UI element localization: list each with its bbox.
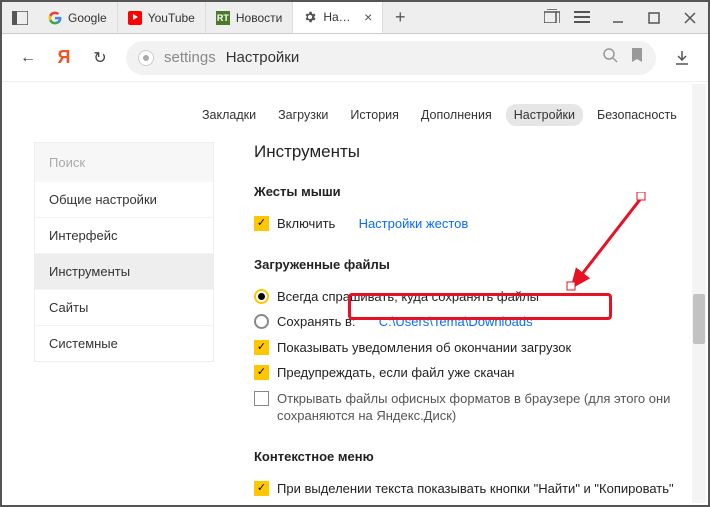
topnav-security[interactable]: Безопасность (589, 104, 685, 126)
download-notify-label: Показывать уведомления об окончании загр… (277, 339, 571, 357)
scrollbar-thumb[interactable] (693, 294, 705, 344)
download-saveto-path[interactable]: C:\Users\Tema\Downloads (379, 313, 533, 331)
download-warn-label: Предупреждать, если файл уже скачан (277, 364, 515, 382)
address-bar[interactable]: settings Настройки (126, 41, 656, 75)
download-open-office-label: Открывать файлы офисных форматов в брауз… (277, 390, 700, 425)
topnav-bookmarks[interactable]: Закладки (194, 104, 264, 126)
settings-leftnav: Поиск Общие настройки Интерфейс Инструме… (34, 142, 214, 362)
search-icon[interactable] (602, 47, 618, 68)
topnav-downloads[interactable]: Загрузки (270, 104, 336, 126)
address-prefix: settings (164, 49, 216, 66)
sidebar-toggle[interactable] (2, 2, 38, 33)
rt-icon: RT (216, 11, 230, 25)
download-warn-checkbox[interactable] (254, 365, 269, 380)
google-icon (48, 11, 62, 25)
menu-icon[interactable] (574, 10, 590, 26)
collections-icon[interactable] (544, 9, 560, 26)
mouse-gestures-enable-label: Включить (277, 215, 335, 233)
topnav-addons[interactable]: Дополнения (413, 104, 500, 126)
new-tab-button[interactable]: + (383, 2, 417, 33)
minimize-button[interactable] (600, 12, 636, 24)
leftnav-interface[interactable]: Интерфейс (35, 217, 213, 253)
leftnav-tools[interactable]: Инструменты (35, 253, 213, 289)
tab-title: Настройки (323, 10, 354, 24)
gear-icon (303, 10, 317, 24)
section-downloads-title: Загруженные файлы (254, 257, 700, 272)
tab-youtube[interactable]: YouTube (118, 2, 206, 33)
tab-close-icon[interactable]: × (364, 9, 372, 25)
download-ask-radio[interactable] (254, 289, 269, 304)
context-find-copy-label: При выделении текста показывать кнопки "… (277, 480, 674, 498)
tab-title: YouTube (148, 11, 195, 25)
topnav-history[interactable]: История (342, 104, 406, 126)
page-heading: Инструменты (254, 142, 700, 162)
tab-google[interactable]: Google (38, 2, 118, 33)
section-mouse-gestures-title: Жесты мыши (254, 184, 700, 199)
download-saveto-radio[interactable] (254, 314, 269, 329)
tab-title: Google (68, 11, 107, 25)
tab-rt-news[interactable]: RT Новости (206, 2, 293, 33)
address-title: Настройки (226, 49, 300, 66)
download-saveto-label: Сохранять в: (277, 313, 356, 331)
leftnav-system[interactable]: Системные (35, 325, 213, 361)
topnav-settings[interactable]: Настройки (506, 104, 583, 126)
section-context-menu-title: Контекстное меню (254, 449, 700, 464)
reload-button[interactable]: ↻ (84, 42, 116, 74)
mouse-gestures-enable-checkbox[interactable] (254, 216, 269, 231)
context-find-copy-checkbox[interactable] (254, 481, 269, 496)
mouse-gestures-config-link[interactable]: Настройки жестов (359, 215, 469, 233)
download-open-office-checkbox[interactable] (254, 391, 269, 406)
tab-title: Новости (236, 11, 282, 25)
download-ask-label: Всегда спрашивать, куда сохранять файлы (277, 288, 539, 306)
leftnav-general[interactable]: Общие настройки (35, 182, 213, 217)
settings-topnav: Закладки Загрузки История Дополнения Нас… (194, 84, 706, 142)
tab-settings[interactable]: Настройки × (293, 2, 383, 33)
maximize-button[interactable] (636, 12, 672, 24)
youtube-icon (128, 11, 142, 25)
bookmark-icon[interactable] (630, 47, 644, 68)
home-button[interactable]: Я (48, 42, 80, 74)
download-notify-checkbox[interactable] (254, 340, 269, 355)
leftnav-search[interactable]: Поиск (35, 143, 213, 182)
vertical-scrollbar[interactable] (692, 84, 706, 503)
site-favicon (138, 50, 154, 66)
leftnav-sites[interactable]: Сайты (35, 289, 213, 325)
back-button[interactable]: ← (12, 42, 44, 74)
downloads-button[interactable] (666, 50, 698, 66)
close-window-button[interactable] (672, 12, 708, 24)
